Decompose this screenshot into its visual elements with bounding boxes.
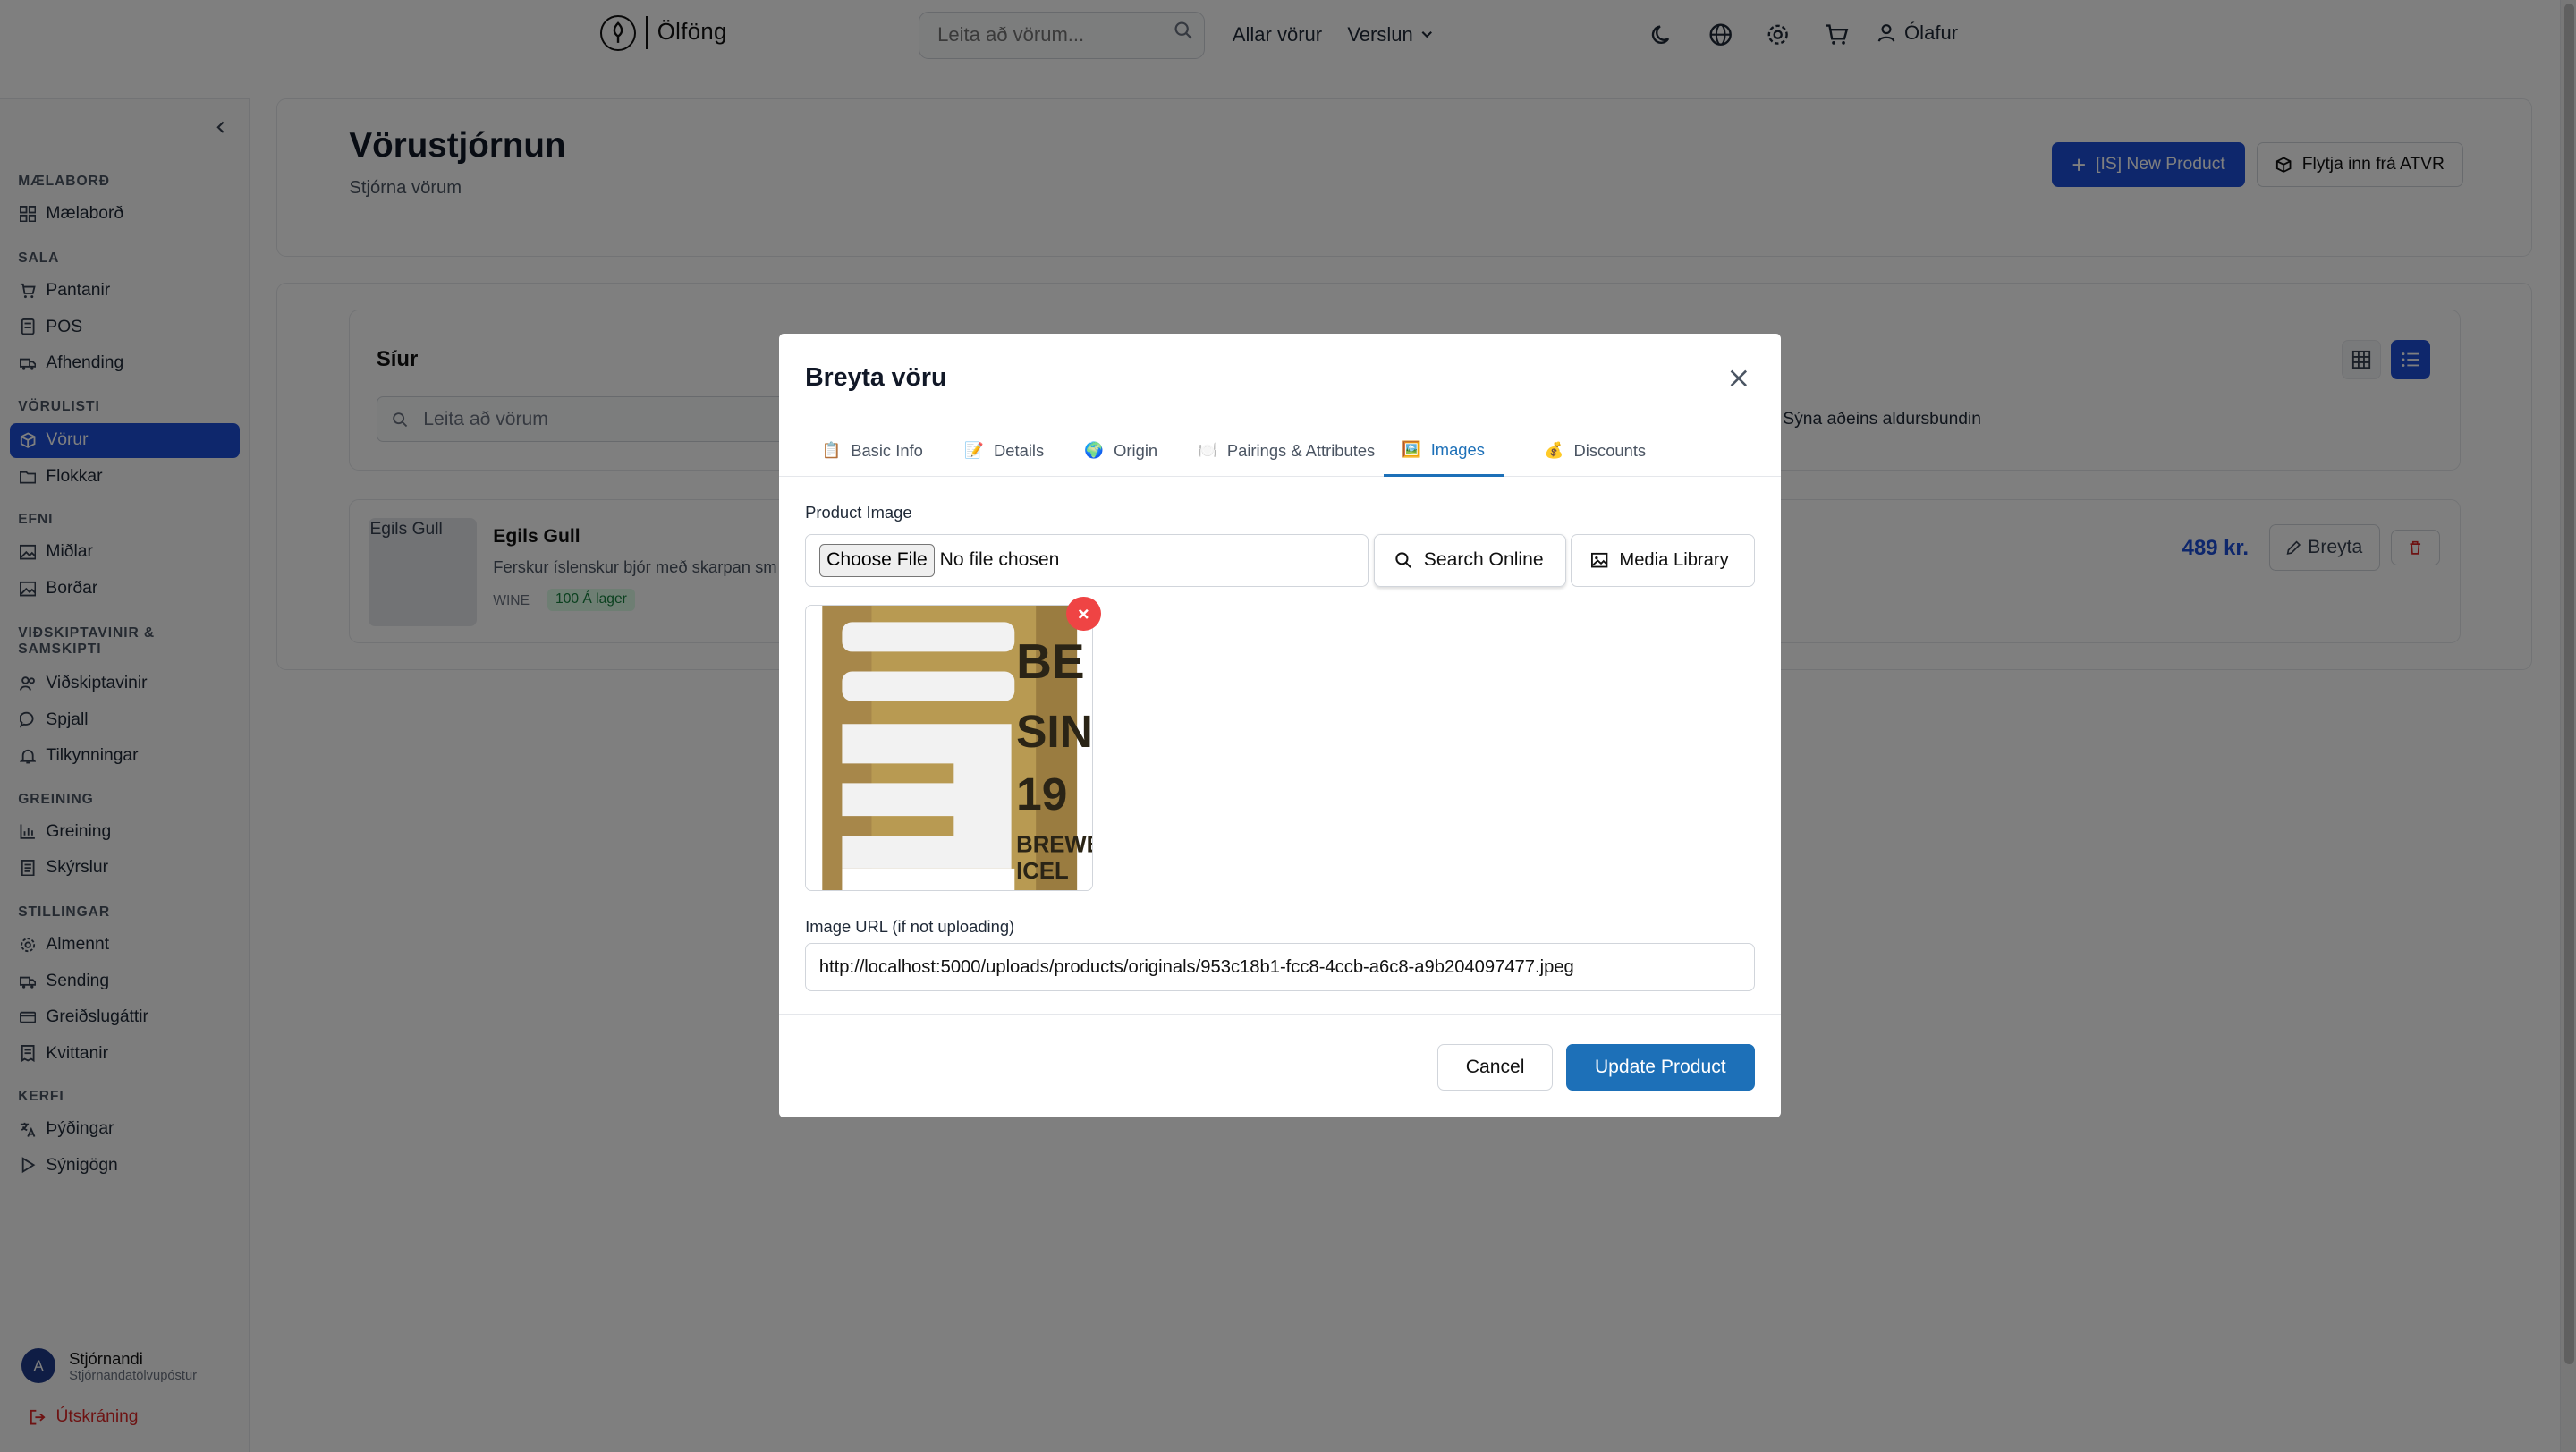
update-product-button[interactable]: Update Product [1565, 1044, 1755, 1091]
can-text-year: 19 [1016, 768, 1067, 819]
search-icon [1395, 552, 1411, 569]
tab-discounts[interactable]: 💰 Discounts [1545, 426, 1646, 477]
cancel-button[interactable]: Cancel [1437, 1044, 1553, 1091]
tab-details[interactable]: 📝 Details [964, 426, 1044, 477]
media-library-button[interactable]: Media Library [1571, 534, 1755, 587]
can-text-brewed: BREWE [1016, 833, 1092, 858]
image-icon [1591, 553, 1608, 568]
modal-tabs: 📋 Basic Info 📝 Details 🌍 Origin 🍽️ Pairi… [778, 426, 1782, 477]
no-file-text: No file chosen [939, 549, 1060, 571]
tab-pairings-attributes[interactable]: 🍽️ Pairings & Attributes [1198, 426, 1375, 477]
image-url-input[interactable]: http://localhost:5000/uploads/products/o… [805, 943, 1755, 991]
search-online-button[interactable]: Search Online [1373, 534, 1566, 587]
modal-footer: Cancel Update Product [778, 1014, 1782, 1117]
can-text-sin: SIN [1016, 705, 1092, 757]
tab-basic-info[interactable]: 📋 Basic Info [821, 426, 922, 477]
tab-label: Pairings & Attributes [1226, 441, 1376, 461]
tab-images[interactable]: 🖼️ Images [1383, 426, 1504, 477]
plate-icon: 🍽️ [1198, 442, 1217, 461]
money-bag-icon: 💰 [1544, 442, 1564, 461]
beer-can-image: BE SIN 19 BREWE ICEL [806, 606, 1092, 890]
memo-icon: 📝 [964, 442, 985, 461]
tab-label: Details [994, 441, 1045, 461]
choose-file-button[interactable]: Choose File [818, 544, 936, 577]
tab-label: Images [1430, 439, 1485, 459]
edit-product-modal: Breyta vöru 📋 Basic Info 📝 Details 🌍 Ori… [778, 333, 1782, 1118]
framed-picture-icon: 🖼️ [1401, 440, 1421, 459]
close-icon[interactable] [1727, 367, 1750, 390]
product-image-label: Product Image [805, 503, 912, 522]
media-library-label: Media Library [1619, 549, 1729, 570]
image-url-label: Image URL (if not uploading) [805, 917, 1015, 937]
tab-label: Origin [1114, 441, 1158, 461]
clipboard-icon: 📋 [821, 442, 842, 461]
tab-label: Discounts [1573, 441, 1647, 461]
can-text-iceland: ICEL [1016, 859, 1069, 884]
can-text-be: BE [1016, 633, 1085, 689]
close-icon [1078, 608, 1089, 619]
file-upload-field[interactable]: Choose File No file chosen [805, 534, 1369, 587]
search-online-label: Search Online [1423, 549, 1544, 571]
remove-image-button[interactable] [1066, 596, 1101, 632]
modal-title: Breyta vöru [805, 362, 947, 392]
product-image-preview: BE SIN 19 BREWE ICEL [805, 605, 1093, 891]
tab-label: Basic Info [851, 441, 923, 461]
globe-icon: 🌍 [1084, 442, 1105, 461]
tab-origin[interactable]: 🌍 Origin [1084, 426, 1157, 477]
